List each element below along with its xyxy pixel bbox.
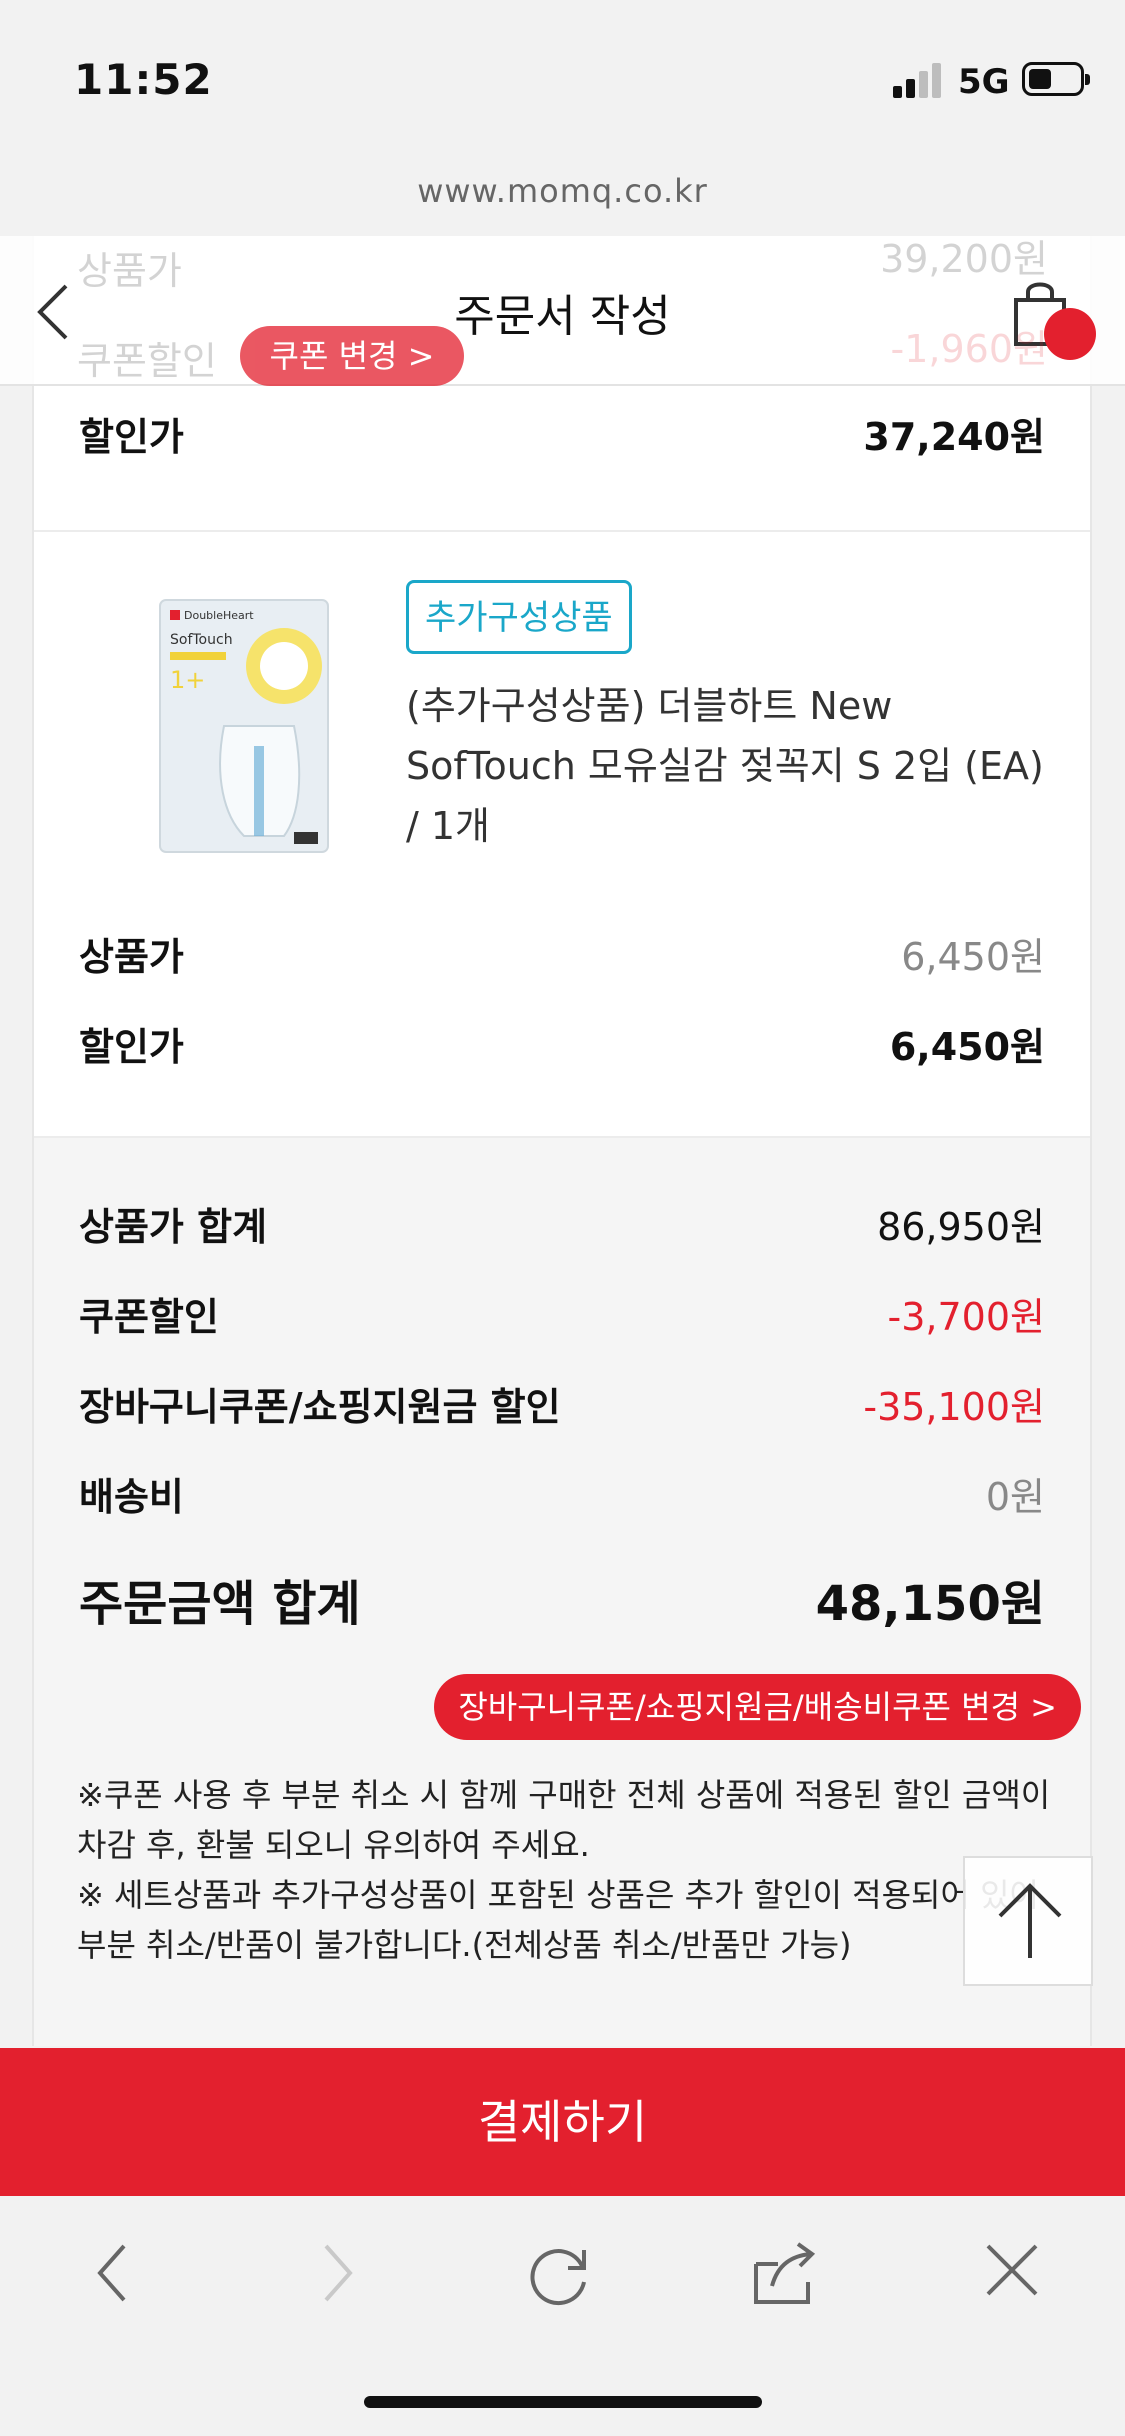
ghost-price-label: 상품가 [77, 249, 182, 293]
total-value: 48,150원 [815, 1576, 1045, 1632]
reload-icon[interactable] [524, 2238, 596, 2310]
total-label: 주문금액 합계 [79, 1576, 361, 1632]
divider [34, 1136, 1090, 1138]
coupon-value: -3,700원 [887, 1295, 1045, 1339]
shipping-value: 0원 [985, 1475, 1045, 1519]
extra-item-tag: 추가구성상품 [406, 580, 632, 654]
url-bar[interactable]: www.momq.co.kr [0, 172, 1125, 210]
share-icon[interactable] [748, 2238, 820, 2310]
item1-discount-value: 37,240원 [863, 415, 1045, 459]
home-indicator [364, 2396, 762, 2408]
coupon-label: 쿠폰할인 [79, 1295, 219, 1339]
item2-discount-label: 할인가 [79, 1025, 184, 1069]
clock: 11:52 [74, 55, 213, 104]
product-name[interactable]: (추가구성상품) 더블하트 New SofTouch 모유실감 젖꼭지 S 2입… [406, 676, 1046, 856]
scroll-top-button[interactable] [963, 1856, 1093, 1986]
arrow-up-icon [998, 1883, 1062, 1958]
notice-line-2: ※ 세트상품과 추가구성상품이 포함된 상품은 추가 할인이 적용되어 있어 부… [77, 1876, 1039, 1964]
battery-icon [1022, 62, 1090, 96]
pay-button[interactable]: 결제하기 [0, 2048, 1125, 2196]
item2-price-value: 6,450원 [901, 935, 1045, 979]
svg-text:SofTouch: SofTouch [170, 632, 233, 648]
svg-text:1+: 1+ [170, 666, 205, 694]
item2-discount-value: 6,450원 [889, 1025, 1045, 1069]
change-coupon-button[interactable]: 장바구니쿠폰/쇼핑지원금/배송비쿠폰 변경 > [434, 1674, 1081, 1740]
item2-price-label: 상품가 [79, 935, 184, 979]
status-bar: 11:52 5G www.momq.co.kr [0, 0, 1125, 210]
cart-badge [1044, 308, 1096, 360]
signal-icon [893, 62, 945, 98]
divider [34, 530, 1090, 532]
notice-text: ※쿠폰 사용 후 부분 취소 시 함께 구매한 전체 상품에 적용된 할인 금액… [77, 1770, 1057, 1970]
subtotal-value: 86,950원 [877, 1205, 1045, 1249]
product-image[interactable]: DoubleHeart SofTouch 1+ [154, 596, 334, 856]
coupon-change-button[interactable]: 쿠폰 변경 > [240, 326, 464, 386]
cart-coupon-label: 장바구니쿠폰/쇼핑지원금 할인 [79, 1385, 561, 1429]
network-label: 5G [958, 62, 1010, 102]
browser-back-icon[interactable] [88, 2238, 138, 2308]
close-icon[interactable] [980, 2238, 1044, 2302]
cart-coupon-value: -35,100원 [863, 1385, 1045, 1429]
ghost-price-value: 39,200원 [880, 237, 1048, 281]
item1-discount-label: 할인가 [79, 415, 184, 459]
subtotal-label: 상품가 합계 [79, 1205, 268, 1249]
ghost-coupon-label: 쿠폰할인 [77, 339, 217, 383]
browser-forward-icon[interactable] [312, 2238, 362, 2308]
ghost-coupon-value: -1,960원 [890, 327, 1048, 371]
shipping-label: 배송비 [79, 1475, 184, 1519]
notice-line-1: ※쿠폰 사용 후 부분 취소 시 함께 구매한 전체 상품에 적용된 할인 금액… [77, 1776, 1051, 1864]
svg-text:DoubleHeart: DoubleHeart [184, 609, 254, 622]
